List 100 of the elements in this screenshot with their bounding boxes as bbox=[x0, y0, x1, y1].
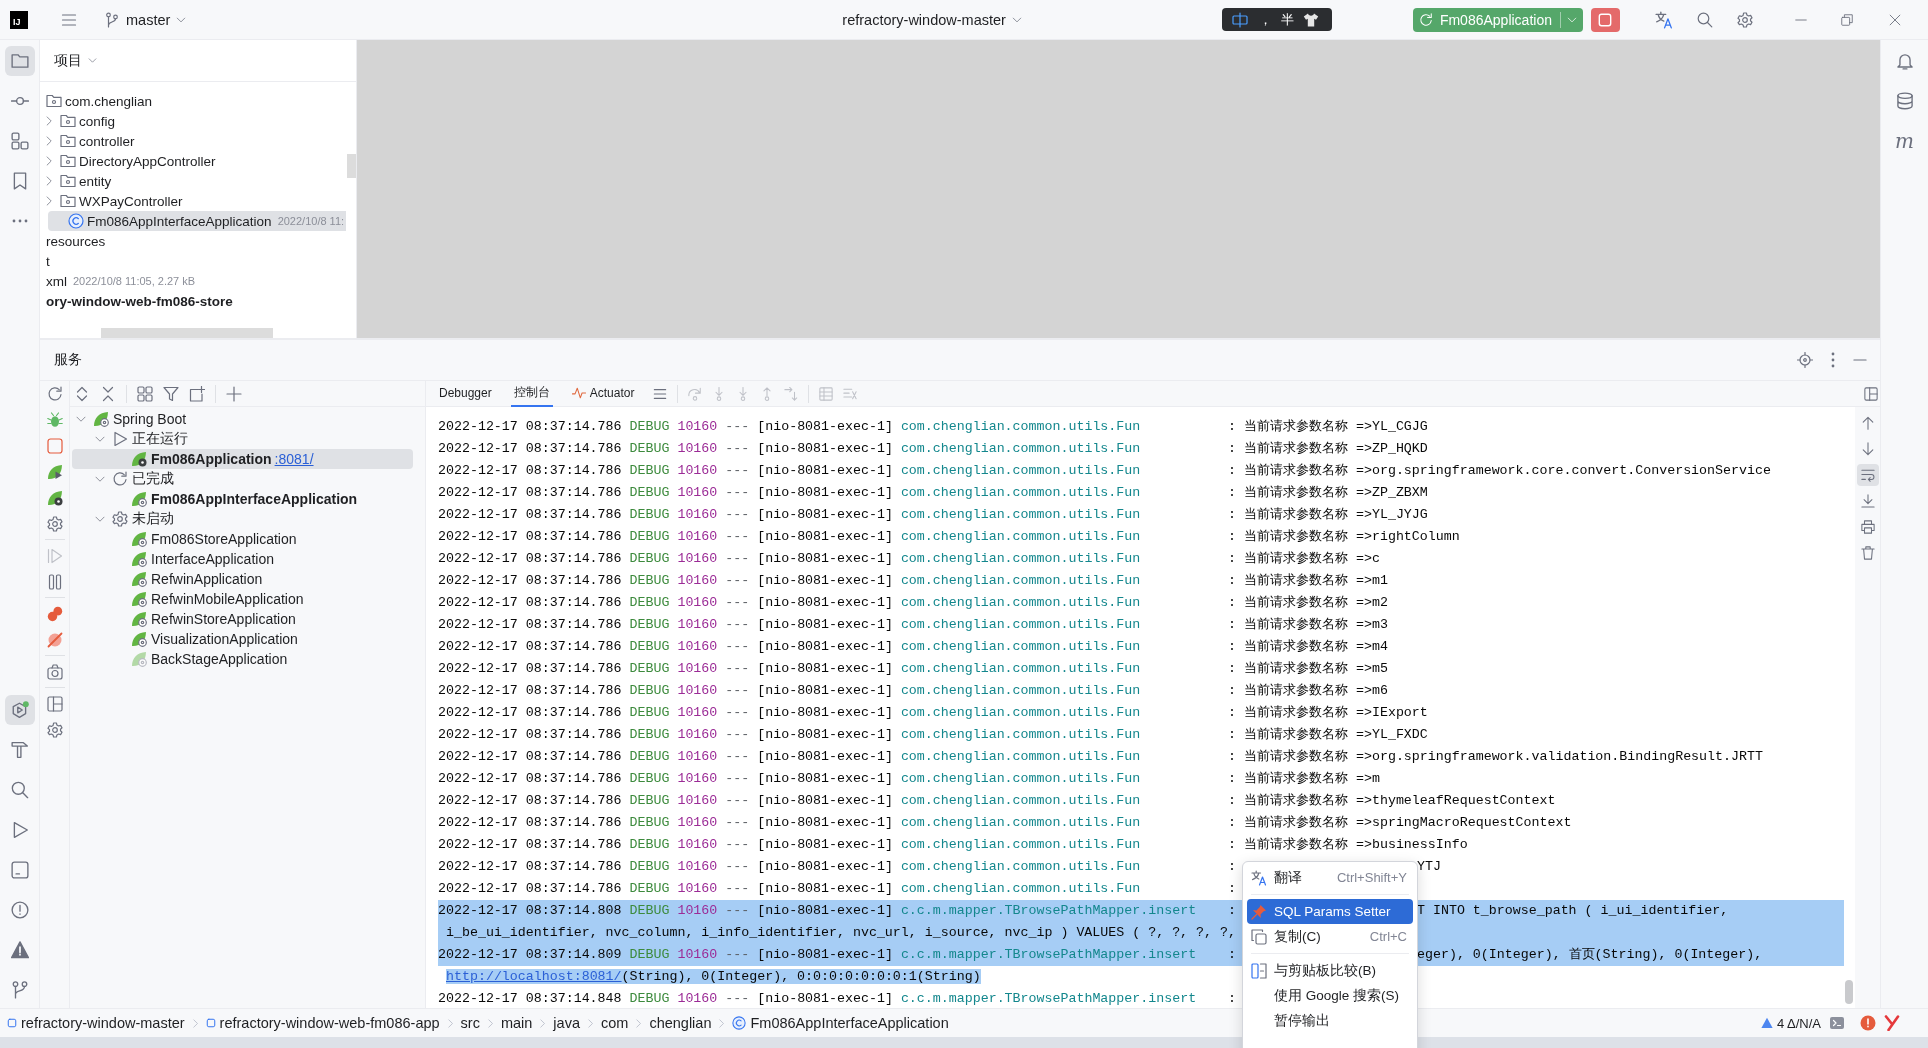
mute-breakpoints-icon[interactable] bbox=[46, 632, 63, 648]
toggle-button[interactable] bbox=[1856, 464, 1879, 486]
tree-item[interactable]: 已完成 bbox=[72, 469, 413, 489]
tree-item[interactable]: xml 2022/10/8 11:05, 2.27 kB bbox=[40, 271, 346, 291]
tree-item[interactable]: entity bbox=[40, 171, 346, 191]
layout-icon[interactable] bbox=[46, 696, 63, 712]
menu-icon[interactable] bbox=[653, 386, 668, 401]
compare-icon bbox=[1251, 962, 1267, 979]
app-logo: IJ bbox=[10, 10, 28, 29]
tree-item[interactable]: Spring Boot bbox=[72, 409, 413, 429]
shortcut: Ctrl+C bbox=[1369, 929, 1407, 944]
tree-item[interactable]: resources bbox=[40, 231, 346, 251]
restore-icon[interactable] bbox=[1840, 13, 1853, 26]
refresh-icon[interactable] bbox=[46, 386, 63, 402]
tool-window-button[interactable] bbox=[4, 46, 35, 76]
tool-window-button[interactable]: m bbox=[1889, 126, 1920, 156]
log-line: 2022-12-17 08:37:14.786 DEBUG 10160 --- [nio-8081-exec-1] com.chenglian.common.utils.Fun : 当前请求参数名称 =>m bbox=[438, 771, 1380, 786]
log-line: 2022-12-17 08:37:14.809 DEBUG 10160 --- [nio-8081-exec-1] c.c.m.mapper.TBrowsePathMapper.insert : bbox=[438, 947, 1236, 962]
link[interactable]: http://localhost:8081/ bbox=[446, 969, 622, 984]
stop-button[interactable] bbox=[1590, 7, 1620, 32]
tree-item[interactable]: controller bbox=[40, 131, 346, 151]
stop-icon[interactable] bbox=[46, 438, 63, 454]
tab[interactable]: Debugger bbox=[436, 380, 495, 407]
tree-item[interactable]: 正在运行 bbox=[72, 429, 413, 449]
menu-item[interactable]: 暂停输出 bbox=[1247, 1008, 1413, 1033]
tree-item[interactable]: Fm086Application :8081/ bbox=[72, 449, 413, 469]
breadcrumb[interactable]: refractory-window-master bbox=[7, 1015, 185, 1031]
tab[interactable]: 控制台 bbox=[510, 380, 553, 407]
tool-window-button[interactable] bbox=[4, 695, 35, 725]
tree-item[interactable]: Fm086StoreApplication bbox=[72, 529, 413, 549]
menu-item[interactable]: 与剪贴板比较(B) bbox=[1247, 958, 1413, 983]
ime-width-mode[interactable]: 半 bbox=[1280, 10, 1294, 29]
menu-icon[interactable] bbox=[61, 11, 77, 28]
camera-icon[interactable] bbox=[46, 664, 63, 680]
scrollbar[interactable] bbox=[101, 328, 273, 338]
breadcrumb[interactable]: src bbox=[460, 1015, 480, 1031]
bug-icon[interactable] bbox=[46, 412, 63, 428]
breadcrumb[interactable]: chenglian bbox=[649, 1015, 712, 1031]
filter-icon[interactable] bbox=[163, 385, 179, 402]
group-icon[interactable] bbox=[137, 385, 153, 402]
tree-item[interactable]: config bbox=[40, 111, 346, 131]
target-icon[interactable] bbox=[1797, 352, 1813, 368]
tree-item[interactable]: InterfaceApplication bbox=[72, 549, 413, 569]
settings-icon[interactable] bbox=[1736, 11, 1753, 28]
breadcrumb[interactable]: main bbox=[500, 1015, 533, 1031]
services-icon bbox=[10, 701, 29, 719]
chevron-icon bbox=[585, 1018, 595, 1028]
tree-item[interactable]: Fm086AppInterfaceApplication bbox=[72, 489, 413, 509]
menu-item[interactable]: 翻译 Ctrl+Shift+Y bbox=[1247, 865, 1413, 890]
view-selector[interactable]: 项目 bbox=[54, 51, 97, 70]
tree-item[interactable]: WXPayController bbox=[40, 191, 346, 211]
settings-icon[interactable] bbox=[46, 722, 63, 738]
collapse-all-icon[interactable] bbox=[100, 385, 116, 402]
menu-item[interactable]: 使用 Google 搜索(S) bbox=[1247, 983, 1413, 1008]
close-icon[interactable] bbox=[1888, 13, 1901, 26]
tree-item[interactable]: ory-window-web-fm086-store bbox=[40, 291, 346, 311]
translate-icon[interactable] bbox=[1654, 10, 1673, 29]
spring-leaf-icon[interactable] bbox=[46, 464, 63, 480]
inspection-widget[interactable]: 4 Δ/N/A bbox=[1760, 1015, 1821, 1031]
new-tab-icon[interactable] bbox=[189, 385, 205, 402]
terminal-icon[interactable] bbox=[1829, 1015, 1845, 1031]
tab[interactable]: Actuator bbox=[568, 380, 638, 407]
tree-item[interactable]: BackStageApplication bbox=[72, 649, 413, 669]
tree-item[interactable]: RefwinApplication bbox=[72, 569, 413, 589]
tree-item[interactable]: RefwinStoreApplication bbox=[72, 609, 413, 629]
project-selector[interactable]: refractory-window-master bbox=[842, 11, 1022, 28]
pause-icon[interactable] bbox=[46, 574, 63, 590]
settings-icon[interactable] bbox=[46, 516, 63, 532]
error-icon[interactable] bbox=[1860, 1015, 1876, 1031]
spring-leaf-icon bbox=[131, 631, 147, 647]
tree-item[interactable]: t bbox=[40, 251, 346, 271]
more-icon[interactable] bbox=[1831, 352, 1835, 368]
shirt-icon[interactable] bbox=[1302, 11, 1319, 28]
spring-leaf-icon[interactable] bbox=[46, 490, 63, 506]
breadcrumb[interactable]: Fm086AppInterfaceApplication bbox=[732, 1015, 949, 1031]
breadcrumb[interactable]: refractory-window-web-fm086-app bbox=[205, 1015, 440, 1031]
tree-item[interactable]: com.chenglian bbox=[40, 91, 346, 111]
caret-icon bbox=[176, 14, 187, 25]
tree-item[interactable]: VisualizationApplication bbox=[72, 629, 413, 649]
menu-item[interactable]: 复制(C) Ctrl+C bbox=[1247, 924, 1413, 949]
plugin-logo-icon[interactable] bbox=[1884, 1015, 1900, 1031]
link[interactable]: :8081/ bbox=[274, 451, 314, 467]
layout-icon[interactable] bbox=[1864, 386, 1878, 401]
tree-item[interactable]: RefwinMobileApplication bbox=[72, 589, 413, 609]
scrollbar[interactable] bbox=[347, 154, 356, 178]
breakpoints-icon[interactable] bbox=[46, 606, 63, 622]
tree-item[interactable]: Fm086AppInterfaceApplication 2022/10/8 11: bbox=[48, 211, 346, 231]
scrollbar[interactable] bbox=[1845, 980, 1853, 1004]
branch-selector[interactable]: master bbox=[104, 11, 187, 28]
tree-item[interactable]: DirectoryAppController bbox=[40, 151, 346, 171]
log-line: 2022-12-17 08:37:14.786 DEBUG 10160 --- [nio-8081-exec-1] com.chenglian.common.utils.Fun : 当前请求参数名称 =>IExport bbox=[438, 705, 1428, 720]
breadcrumb[interactable]: java bbox=[553, 1015, 580, 1031]
menu-item[interactable]: SQL Params Setter bbox=[1247, 899, 1413, 924]
tree-item[interactable]: 未启动 bbox=[72, 509, 413, 529]
expand-all-icon[interactable] bbox=[74, 385, 90, 402]
search-icon[interactable] bbox=[1696, 11, 1713, 28]
ime-punctuation[interactable]: ， bbox=[1258, 10, 1272, 29]
log-line: i_be_ui_identifier, nvc_column, i_info_identifier, nvc_url, i_source, nvc_ip ) VALUES ( ?, ?, ?, ?, bbox=[446, 925, 1236, 940]
breadcrumb[interactable]: com bbox=[600, 1015, 629, 1031]
add-icon[interactable] bbox=[226, 385, 242, 402]
